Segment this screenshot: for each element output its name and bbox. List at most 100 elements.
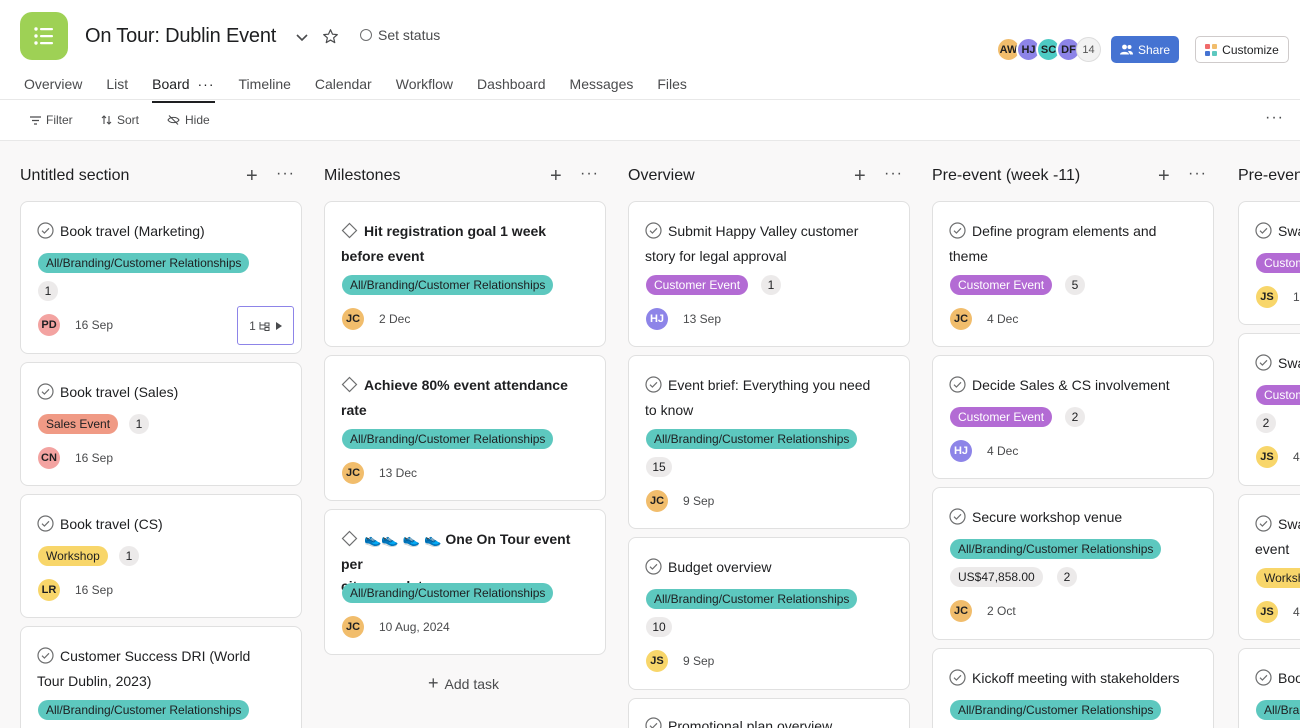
more-options-icon[interactable]: ··· xyxy=(1265,109,1284,127)
check-circle-icon[interactable] xyxy=(37,383,54,406)
avatar[interactable]: LR xyxy=(38,579,60,601)
tab-calendar[interactable]: Calendar xyxy=(315,76,372,102)
task-title[interactable]: Submit Happy Valley customer story for le… xyxy=(645,220,895,267)
hide-button[interactable]: Hide xyxy=(167,113,210,127)
tag-badge[interactable]: Customer Event xyxy=(950,407,1053,427)
avatar[interactable]: JC xyxy=(646,490,668,512)
task-title[interactable]: Book travel (Marketing) xyxy=(37,220,287,245)
task-title[interactable]: Promotional plan overview xyxy=(645,715,895,728)
more-icon[interactable]: ··· xyxy=(580,165,599,183)
tag-badge[interactable]: All/Branding/Customer Relationships xyxy=(38,700,250,720)
due-date[interactable]: 16 Sep xyxy=(75,451,113,465)
task-card[interactable]: Secure workshop venue All/Branding/Custo… xyxy=(932,487,1214,640)
milestone-diamond-icon[interactable] xyxy=(341,376,358,399)
sort-button[interactable]: Sort xyxy=(101,113,139,127)
task-card[interactable]: Submit Happy Valley customer story for le… xyxy=(628,201,910,347)
milestone-diamond-icon[interactable] xyxy=(341,530,358,553)
task-title[interactable]: Hit registration goal 1 week before event xyxy=(341,220,591,267)
milestone-card[interactable]: Achieve 80% event attendance rate All/Bra… xyxy=(324,355,606,501)
task-title[interactable]: Secure workshop venue xyxy=(949,506,1199,531)
star-icon[interactable] xyxy=(320,26,340,46)
task-title[interactable]: Kickoff meeting with stakeholders xyxy=(949,667,1199,692)
avatar[interactable]: HJ xyxy=(646,308,668,330)
milestone-card[interactable]: 👟👟 👟 👟 One On Tour event percity complet… xyxy=(324,509,606,655)
column-title[interactable]: Overview xyxy=(628,167,695,185)
avatar[interactable]: PD xyxy=(38,314,60,336)
add-task-button[interactable]: + Add task xyxy=(428,673,499,694)
due-date[interactable]: 13 Sep xyxy=(683,312,721,326)
task-card[interactable]: Event brief: Everything you need to know … xyxy=(628,355,910,529)
task-title[interactable]: Achieve 80% event attendance rate xyxy=(341,374,591,421)
task-title[interactable]: Decide Sales & CS involvement xyxy=(949,374,1199,399)
due-date[interactable]: 10 Aug, 2024 xyxy=(379,620,450,634)
tag-badge[interactable]: All/Branding/Customer Relationships xyxy=(342,275,554,295)
task-card[interactable]: Swag Customer Event JS 1 xyxy=(1238,201,1300,325)
tag-badge[interactable]: All/Branding/Customer Relationships xyxy=(646,589,858,609)
milestone-card[interactable]: Hit registration goal 1 week before event… xyxy=(324,201,606,347)
due-date[interactable]: 4 Dec xyxy=(987,444,1018,458)
avatar[interactable]: JC xyxy=(342,308,364,330)
tab-messages[interactable]: Messages xyxy=(570,76,634,102)
tag-badge[interactable]: Customer Event xyxy=(1256,253,1300,273)
tab-dashboard[interactable]: Dashboard xyxy=(477,76,546,102)
task-card[interactable]: Swag Customer Event 2 JS 4 xyxy=(1238,333,1300,486)
tag-badge[interactable]: Customer Event xyxy=(1256,385,1300,405)
avatar[interactable]: HJ xyxy=(950,440,972,462)
more-icon[interactable]: ··· xyxy=(1188,165,1207,183)
task-card[interactable]: Budget overview All/Branding/Customer Re… xyxy=(628,537,910,690)
due-date[interactable]: 9 Sep xyxy=(683,494,714,508)
task-card[interactable]: Swag event Workshop JS 4 xyxy=(1238,494,1300,640)
tag-badge[interactable]: Workshop xyxy=(1256,568,1300,588)
add-icon[interactable]: + xyxy=(854,165,866,188)
check-circle-icon[interactable] xyxy=(1255,515,1272,538)
check-circle-icon[interactable] xyxy=(645,376,662,399)
task-title[interactable]: Swag event xyxy=(1255,513,1300,560)
member-count[interactable]: 14 xyxy=(1076,37,1101,62)
task-card[interactable]: Promotional plan overview xyxy=(628,698,910,728)
column-title[interactable]: Milestones xyxy=(324,167,400,185)
milestone-diamond-icon[interactable] xyxy=(341,222,358,245)
check-circle-icon[interactable] xyxy=(1255,669,1272,692)
check-circle-icon[interactable] xyxy=(645,558,662,581)
check-circle-icon[interactable] xyxy=(949,669,966,692)
tag-badge[interactable]: Workshop xyxy=(38,546,108,566)
task-card[interactable]: Define program elements and theme Custome… xyxy=(932,201,1214,347)
due-date[interactable]: 4 xyxy=(1293,605,1300,619)
more-icon[interactable]: ··· xyxy=(198,76,215,92)
subtasks-toggle[interactable]: 1 xyxy=(237,306,294,345)
filter-button[interactable]: Filter xyxy=(30,113,73,127)
tag-badge[interactable]: All/Branding/Customer Relationships xyxy=(646,429,858,449)
task-card[interactable]: Book travel (CS) Workshop 1 LR 16 Sep xyxy=(20,494,302,618)
check-circle-icon[interactable] xyxy=(645,717,662,728)
due-date[interactable]: 16 Sep xyxy=(75,318,113,332)
tab-timeline[interactable]: Timeline xyxy=(239,76,291,102)
avatar[interactable]: JC xyxy=(950,600,972,622)
check-circle-icon[interactable] xyxy=(949,376,966,399)
task-title[interactable]: Book xyxy=(1255,667,1300,692)
due-date[interactable]: 4 xyxy=(1293,450,1300,464)
check-circle-icon[interactable] xyxy=(37,647,54,670)
task-title[interactable]: Book travel (Sales) xyxy=(37,381,287,406)
check-circle-icon[interactable] xyxy=(37,222,54,245)
avatar[interactable]: JC xyxy=(342,462,364,484)
task-card[interactable]: Book travel (Sales) Sales Event 1 CN 16 … xyxy=(20,362,302,486)
tag-badge[interactable]: All/Branding/Customer Relationships xyxy=(342,429,554,449)
task-title[interactable]: Customer Success DRI (World Tour Dublin, … xyxy=(37,645,287,692)
avatar[interactable]: JS xyxy=(1256,286,1278,308)
avatar[interactable]: JS xyxy=(1256,601,1278,623)
member-avatars[interactable]: AW HJ SC DF 14 xyxy=(996,37,1101,62)
tag-badge[interactable]: All/Branding/Customer Relationships xyxy=(950,700,1162,720)
more-icon[interactable]: ··· xyxy=(276,165,295,183)
due-date[interactable]: 2 Dec xyxy=(379,312,410,326)
tag-badge[interactable]: Customer Event xyxy=(950,275,1053,295)
project-icon[interactable] xyxy=(20,12,68,60)
tab-list[interactable]: List xyxy=(106,76,128,102)
task-title[interactable]: Budget overview xyxy=(645,556,895,581)
task-card[interactable]: Book All/Branding/Customer Relationships xyxy=(1238,648,1300,728)
column-title[interactable]: Pre-event (week -10) xyxy=(1238,167,1300,185)
share-button[interactable]: Share xyxy=(1111,36,1179,63)
task-card[interactable]: Kickoff meeting with stakeholders All/Br… xyxy=(932,648,1214,728)
add-icon[interactable]: + xyxy=(246,165,258,188)
set-status-button[interactable]: Set status xyxy=(360,27,440,43)
project-title[interactable]: On Tour: Dublin Event xyxy=(85,25,276,48)
